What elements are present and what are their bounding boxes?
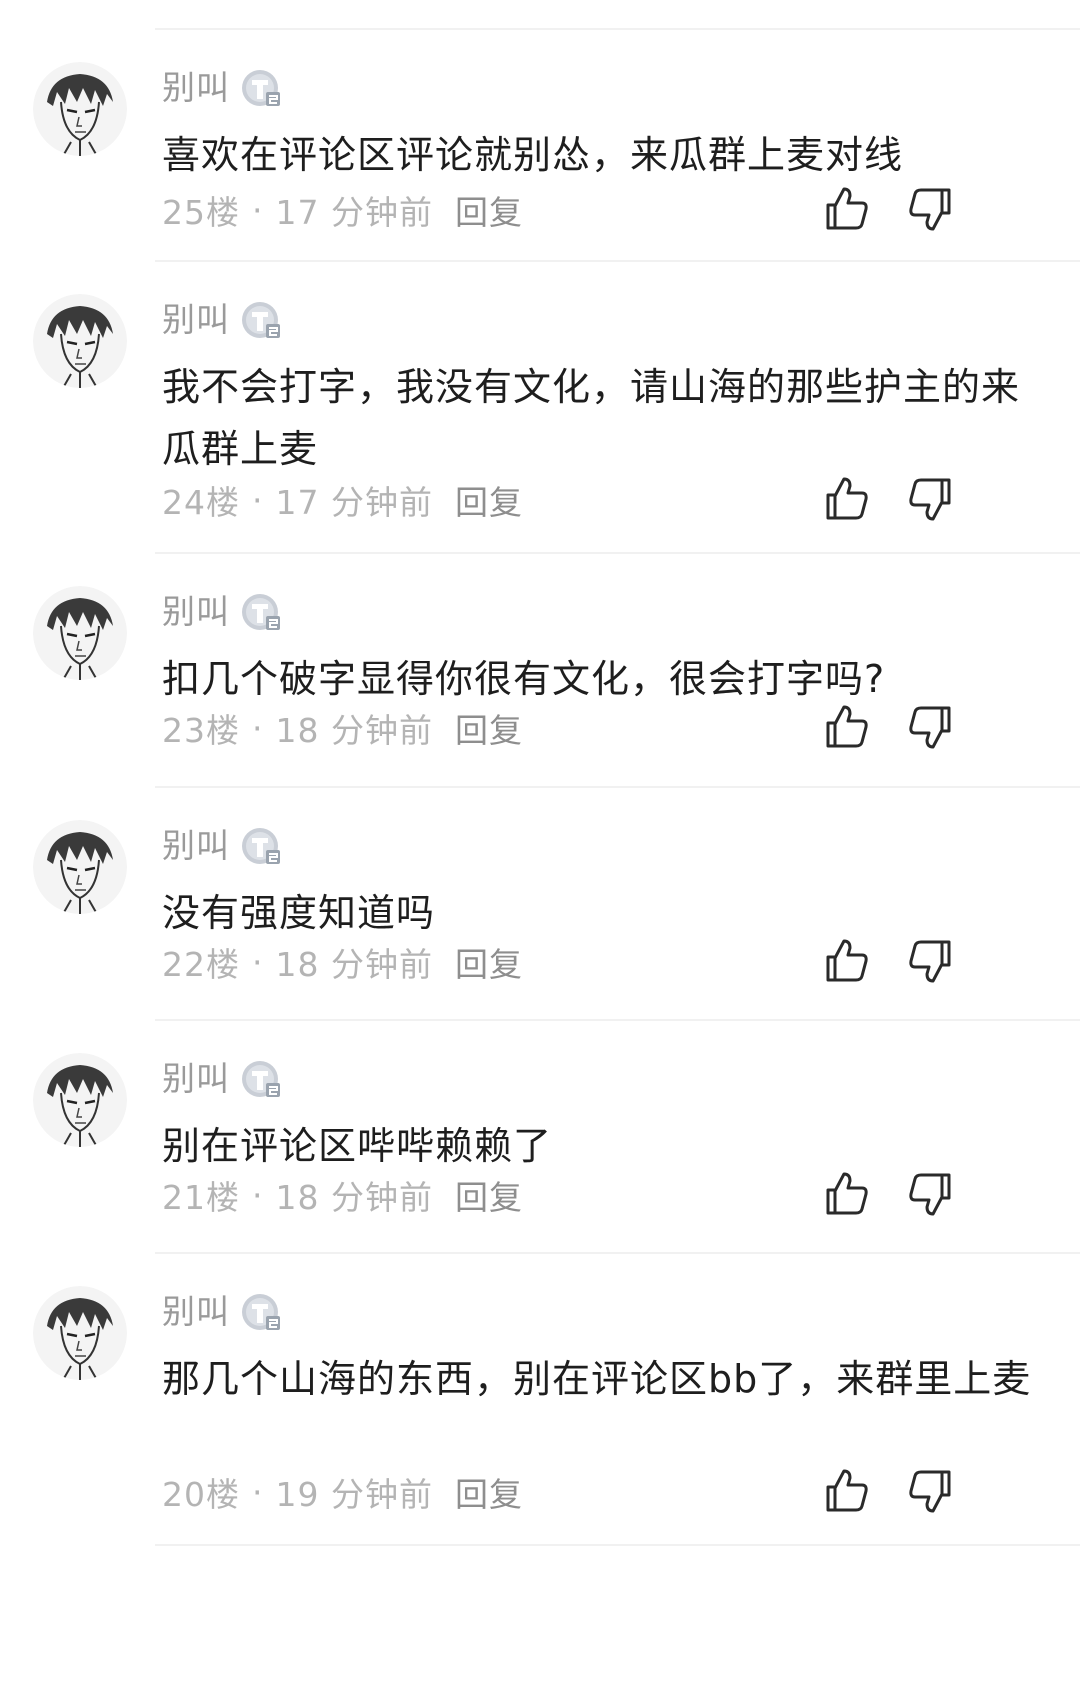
comment-text: 没有强度知道吗	[162, 891, 436, 935]
level-badge-icon	[240, 1057, 284, 1101]
dislike-button[interactable]	[905, 184, 955, 234]
thumbs-down-icon	[909, 940, 951, 983]
dislike-button[interactable]	[905, 474, 955, 524]
floor-number: 24楼	[162, 483, 240, 522]
username-row: 别叫	[162, 590, 284, 634]
reply-button[interactable]: 回复	[455, 476, 523, 524]
meta-separator: ·	[252, 480, 264, 520]
like-button[interactable]	[822, 702, 872, 752]
like-button[interactable]	[822, 936, 872, 986]
reply-button[interactable]: 回复	[455, 1171, 523, 1219]
comment-meta: 20楼 · 19 分钟前 回复	[162, 1468, 523, 1516]
avatar[interactable]	[33, 294, 127, 388]
comment-divider	[155, 1019, 1080, 1021]
level-badge-icon	[240, 298, 284, 342]
thumbs-up-icon	[826, 705, 868, 748]
dislike-button[interactable]	[905, 1466, 955, 1516]
thumbs-up-icon	[826, 1469, 868, 1512]
avatar[interactable]	[33, 1286, 127, 1380]
username-row: 别叫	[162, 824, 284, 868]
comment-divider	[155, 786, 1080, 788]
comment-meta: 21楼 · 18 分钟前 回复	[162, 1171, 523, 1219]
thumbs-down-icon	[909, 1470, 951, 1513]
avatar[interactable]	[33, 1053, 127, 1147]
timestamp: 17 分钟前	[275, 193, 433, 232]
comment-text: 喜欢在评论区评论就别怂，来瓜群上麦对线	[162, 133, 904, 177]
reply-button[interactable]: 回复	[455, 1468, 523, 1516]
dislike-button[interactable]	[905, 936, 955, 986]
comment-divider	[155, 552, 1080, 554]
username-row: 别叫	[162, 1290, 284, 1334]
reply-button[interactable]: 回复	[455, 186, 523, 234]
comment-divider	[155, 1252, 1080, 1254]
dislike-button[interactable]	[905, 702, 955, 752]
thumbs-up-icon	[826, 939, 868, 982]
reply-button[interactable]: 回复	[455, 938, 523, 986]
thumbs-down-icon	[909, 1173, 951, 1216]
level-badge-icon	[240, 66, 284, 110]
floor-number: 20楼	[162, 1475, 240, 1514]
like-button[interactable]	[822, 1466, 872, 1516]
like-button[interactable]	[822, 1169, 872, 1219]
meta-separator: ·	[252, 190, 264, 230]
username[interactable]: 别叫	[162, 824, 230, 868]
thumbs-down-icon	[909, 706, 951, 749]
username[interactable]: 别叫	[162, 298, 230, 342]
comment-text: 别在评论区哔哔赖赖了	[162, 1124, 553, 1168]
meta-separator: ·	[252, 708, 264, 748]
avatar[interactable]	[33, 62, 127, 156]
username[interactable]: 别叫	[162, 1290, 230, 1334]
level-badge-icon	[240, 1290, 284, 1334]
timestamp: 18 分钟前	[275, 711, 433, 750]
comment-divider	[155, 260, 1080, 262]
avatar[interactable]	[33, 820, 127, 914]
meta-separator: ·	[252, 1472, 264, 1512]
thumbs-up-icon	[826, 187, 868, 230]
username-row: 别叫	[162, 66, 284, 110]
timestamp: 17 分钟前	[275, 483, 433, 522]
thumbs-down-icon	[909, 478, 951, 521]
timestamp: 18 分钟前	[275, 1178, 433, 1217]
level-badge-icon	[240, 824, 284, 868]
dislike-button[interactable]	[905, 1169, 955, 1219]
floor-number: 25楼	[162, 193, 240, 232]
comment-text: 扣几个破字显得你很有文化，很会打字吗?	[162, 657, 886, 701]
floor-number: 23楼	[162, 711, 240, 750]
username[interactable]: 别叫	[162, 590, 230, 634]
comment-meta: 22楼 · 18 分钟前 回复	[162, 938, 523, 986]
comment-meta: 23楼 · 18 分钟前 回复	[162, 704, 523, 752]
username[interactable]: 别叫	[162, 1057, 230, 1101]
bottom-divider	[155, 1544, 1080, 1546]
comment-text: 那几个山海的东西，别在评论区bb了，来群里上麦	[162, 1357, 1032, 1401]
thumbs-up-icon	[826, 477, 868, 520]
like-button[interactable]	[822, 184, 872, 234]
comment-text: 我不会打字，我没有文化，请山海的那些护主的来瓜群上麦	[162, 365, 1021, 471]
comment-meta: 25楼 · 17 分钟前 回复	[162, 186, 523, 234]
thumbs-up-icon	[826, 1172, 868, 1215]
top-divider	[155, 28, 1080, 30]
avatar[interactable]	[33, 586, 127, 680]
meta-separator: ·	[252, 942, 264, 982]
username-row: 别叫	[162, 1057, 284, 1101]
reply-button[interactable]: 回复	[455, 704, 523, 752]
username-row: 别叫	[162, 298, 284, 342]
floor-number: 21楼	[162, 1178, 240, 1217]
comment-meta: 24楼 · 17 分钟前 回复	[162, 476, 523, 524]
like-button[interactable]	[822, 474, 872, 524]
meta-separator: ·	[252, 1175, 264, 1215]
username[interactable]: 别叫	[162, 66, 230, 110]
timestamp: 19 分钟前	[275, 1475, 433, 1514]
level-badge-icon	[240, 590, 284, 634]
thumbs-down-icon	[909, 188, 951, 231]
floor-number: 22楼	[162, 945, 240, 984]
timestamp: 18 分钟前	[275, 945, 433, 984]
